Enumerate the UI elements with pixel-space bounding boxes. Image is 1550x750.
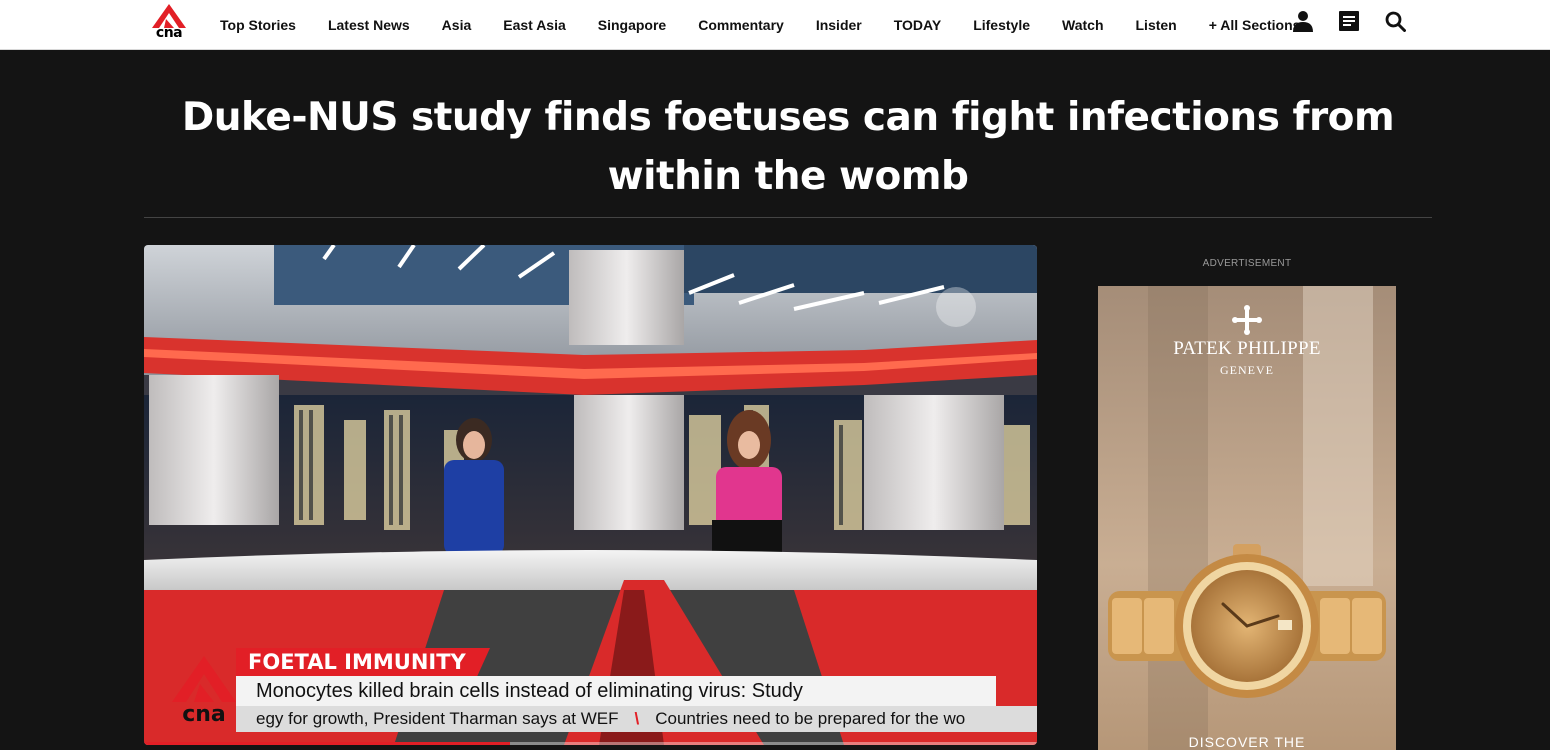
video-progress-fill — [144, 742, 511, 745]
ticker-separator-icon: \ — [634, 709, 640, 728]
video-progress-bar[interactable] — [144, 742, 1037, 745]
nav-item-watch[interactable]: Watch — [1046, 3, 1119, 47]
nav-item-insider[interactable]: Insider — [800, 3, 878, 47]
ad-label: ADVERTISEMENT — [1202, 258, 1292, 269]
cna-logo[interactable]: cna — [152, 4, 186, 42]
article-title: Duke-NUS study finds foetuses can fight … — [181, 95, 1395, 199]
ticker-item-right: Countries need to be prepared for the wo — [655, 709, 966, 728]
ad-brand-subtitle: GENEVE — [1220, 363, 1274, 377]
advertisement-banner[interactable]: PATEK PHILIPPE GENEVE DISCOVER THE — [1098, 286, 1396, 750]
main-menu: Top Stories Latest News Asia East Asia S… — [204, 0, 1316, 50]
nav-item-listen[interactable]: Listen — [1120, 3, 1193, 47]
nav-item-latest-news[interactable]: Latest News — [312, 3, 426, 47]
title-divider — [144, 217, 1432, 218]
newspaper-icon[interactable] — [1336, 8, 1362, 34]
nav-item-east-asia[interactable]: East Asia — [487, 3, 582, 47]
video-tag: FOETAL IMMUNITY — [236, 648, 490, 676]
nav-item-today[interactable]: TODAY — [878, 3, 957, 47]
search-icon[interactable] — [1382, 8, 1408, 34]
nav-item-top-stories[interactable]: Top Stories — [204, 3, 312, 47]
cna-logo-text: cna — [155, 25, 183, 41]
video-caption: Monocytes killed brain cells instead of … — [236, 676, 996, 706]
nav-actions — [1290, 8, 1408, 34]
nav-item-asia[interactable]: Asia — [426, 3, 488, 47]
news-ticker: egy for growth, President Tharman says a… — [236, 706, 1037, 732]
nav-item-commentary[interactable]: Commentary — [682, 3, 800, 47]
video-cna-logo-icon — [172, 656, 236, 702]
nav-item-lifestyle[interactable]: Lifestyle — [957, 3, 1046, 47]
top-navigation: cna Top Stories Latest News Asia East As… — [0, 0, 1550, 50]
user-icon[interactable] — [1290, 8, 1316, 34]
video-logo-text: cna — [182, 702, 226, 727]
ad-brand-name: PATEK PHILIPPE — [1173, 338, 1321, 359]
nav-item-singapore[interactable]: Singapore — [582, 3, 682, 47]
ad-cta-text[interactable]: DISCOVER THE — [1098, 734, 1396, 750]
ticker-item-left: egy for growth, President Tharman says a… — [256, 709, 619, 728]
